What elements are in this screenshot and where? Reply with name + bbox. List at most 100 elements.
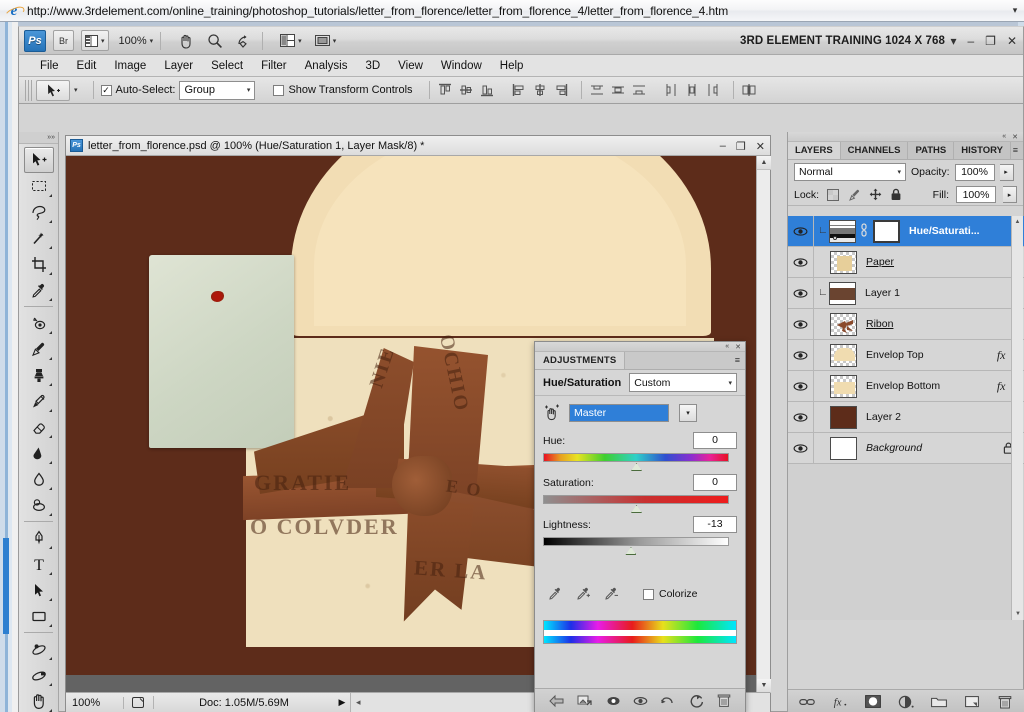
toggle-layer-visibility-icon[interactable] — [606, 694, 621, 708]
table-row[interactable]: Ribon — [788, 309, 1024, 340]
add-layer-mask-icon[interactable] — [865, 694, 881, 710]
layers-panel-menu-icon[interactable]: ≡ — [1013, 145, 1018, 155]
show-transform-controls-checkbox[interactable] — [273, 84, 285, 96]
scrollbar-thumb[interactable] — [3, 538, 9, 634]
hand-tool-button[interactable] — [175, 30, 197, 51]
lightness-slider-thumb[interactable] — [625, 547, 637, 555]
new-adjustment-layer-icon[interactable] — [898, 694, 914, 710]
horizontal-type-tool[interactable]: T — [24, 551, 54, 577]
adjustment-gradient-thumbnail[interactable] — [829, 219, 856, 243]
tools-collapse-button[interactable]: »» — [19, 132, 58, 144]
ribbon-thumbnail[interactable] — [830, 312, 857, 336]
layers-scrollbar[interactable]: ▲ ▼ — [1011, 216, 1023, 620]
layer-visibility-toggle[interactable] — [788, 340, 814, 370]
auto-align-layers-icon[interactable] — [741, 82, 757, 98]
status-menu-arrow-icon[interactable]: ▶ — [334, 697, 350, 708]
collapse-icon[interactable]: « — [725, 343, 729, 350]
distribute-bottom-edges-icon[interactable] — [631, 82, 647, 98]
envelope-bottom-thumbnail[interactable] — [830, 374, 857, 398]
link-layers-icon[interactable] — [860, 223, 869, 239]
table-row[interactable]: Layer 2 — [788, 402, 1024, 433]
workspace-chevron-down-icon[interactable]: ▾ — [950, 34, 956, 48]
eyedropper-plus-icon[interactable] — [575, 586, 591, 602]
menu-help[interactable]: Help — [491, 58, 533, 74]
chevron-down-icon[interactable]: ▾ — [1006, 5, 1024, 16]
layer-name[interactable]: Layer 2 — [866, 411, 901, 423]
document-proxy-icon[interactable] — [124, 696, 154, 709]
layer-mask-thumbnail[interactable] — [873, 219, 900, 243]
menu-filter[interactable]: Filter — [252, 58, 296, 74]
table-row[interactable]: Envelop Top fx ▾ — [788, 340, 1024, 371]
saturation-value-input[interactable]: 0 — [693, 474, 737, 491]
blend-mode-dropdown[interactable]: Normal ▾ — [794, 163, 906, 181]
menu-window[interactable]: Window — [432, 58, 491, 74]
zoom-level-value[interactable]: 100% — [119, 35, 147, 47]
envelope-top-thumbnail[interactable] — [830, 343, 857, 367]
layer-visibility-toggle[interactable] — [788, 216, 814, 246]
scroll-down-button[interactable]: ▼ — [757, 679, 771, 693]
lock-all-icon[interactable] — [889, 188, 903, 202]
close-icon[interactable]: ✕ — [1012, 133, 1018, 141]
menu-edit[interactable]: Edit — [68, 58, 106, 74]
rectangular-marquee-tool[interactable] — [24, 173, 54, 199]
layer-visibility-toggle[interactable] — [788, 433, 814, 463]
brown-bar-thumbnail[interactable] — [829, 281, 856, 305]
dodge-tool[interactable] — [24, 492, 54, 518]
scroll-down-icon[interactable]: ▼ — [1012, 608, 1024, 620]
rotate-view-tool-button[interactable] — [233, 30, 255, 51]
chevron-down-icon[interactable]: ▾ — [150, 37, 154, 45]
layers-panel-grip[interactable]: « ✕ — [788, 132, 1023, 142]
view-extras-button[interactable]: ▾ — [81, 30, 109, 51]
lightness-value-input[interactable]: -13 — [693, 516, 737, 533]
scroll-up-button[interactable]: ▲ — [757, 156, 771, 170]
paper-thumbnail[interactable] — [830, 250, 857, 274]
crop-tool[interactable] — [24, 251, 54, 277]
tab-adjustments[interactable]: ADJUSTMENTS — [535, 352, 626, 369]
brush-tool[interactable] — [24, 336, 54, 362]
layer-visibility-toggle[interactable] — [788, 247, 814, 277]
minimize-button[interactable]: – — [967, 34, 974, 48]
layer-name[interactable]: Envelop Top — [866, 349, 924, 361]
status-zoom-value[interactable]: 100% — [66, 696, 124, 709]
rectangle-tool[interactable] — [24, 603, 54, 629]
layer-name[interactable]: Layer 1 — [865, 287, 900, 299]
distribute-horizontal-centers-icon[interactable] — [684, 82, 700, 98]
hue-slider-thumb[interactable] — [631, 463, 642, 471]
fill-input[interactable]: 100% — [956, 186, 996, 203]
distribute-right-edges-icon[interactable] — [705, 82, 721, 98]
layer-visibility-toggle[interactable] — [788, 402, 814, 432]
fx-badge[interactable]: fx — [997, 379, 1006, 394]
layer-visibility-toggle[interactable] — [788, 278, 814, 308]
hue-slider-track[interactable] — [543, 453, 729, 471]
document-maximize-button[interactable]: ❐ — [736, 140, 746, 153]
address-bar-url[interactable]: http://www.3rdelement.com/online_trainin… — [27, 4, 1006, 18]
zoom-tool-button[interactable] — [204, 30, 226, 51]
collapse-icon[interactable]: « — [1002, 133, 1006, 140]
eyedropper-tool[interactable] — [24, 277, 54, 303]
history-brush-tool[interactable] — [24, 388, 54, 414]
blur-tool[interactable] — [24, 466, 54, 492]
distribute-top-edges-icon[interactable] — [589, 82, 605, 98]
clone-stamp-tool[interactable] — [24, 362, 54, 388]
adjustments-panel-menu-icon[interactable]: ≡ — [735, 355, 740, 365]
new-layer-icon[interactable] — [964, 694, 980, 710]
layer-visibility-toggle[interactable] — [788, 309, 814, 339]
table-row[interactable]: ∟ Hue/Saturati... — [788, 216, 1024, 247]
layer-name[interactable]: Ribon — [866, 318, 893, 330]
auto-select-dropdown[interactable]: Group ▾ — [179, 80, 256, 100]
layer-name[interactable]: Envelop Bottom — [866, 380, 940, 392]
launch-bridge-button[interactable]: Br — [53, 30, 74, 51]
menu-view[interactable]: View — [389, 58, 432, 74]
close-icon[interactable]: ✕ — [735, 343, 741, 351]
tab-history[interactable]: HISTORY — [954, 142, 1011, 159]
align-left-edges-icon[interactable] — [511, 82, 527, 98]
eyedropper-minus-icon[interactable] — [603, 586, 619, 602]
link-layers-icon[interactable] — [799, 694, 815, 710]
distribute-left-edges-icon[interactable] — [663, 82, 679, 98]
delete-layer-icon[interactable] — [997, 694, 1013, 710]
table-row[interactable]: Paper — [788, 247, 1024, 278]
align-bottom-edges-icon[interactable] — [479, 82, 495, 98]
arrange-documents-button[interactable]: ▾ — [277, 30, 305, 51]
new-group-icon[interactable] — [931, 694, 947, 710]
add-layer-style-icon[interactable]: fx — [832, 694, 848, 710]
